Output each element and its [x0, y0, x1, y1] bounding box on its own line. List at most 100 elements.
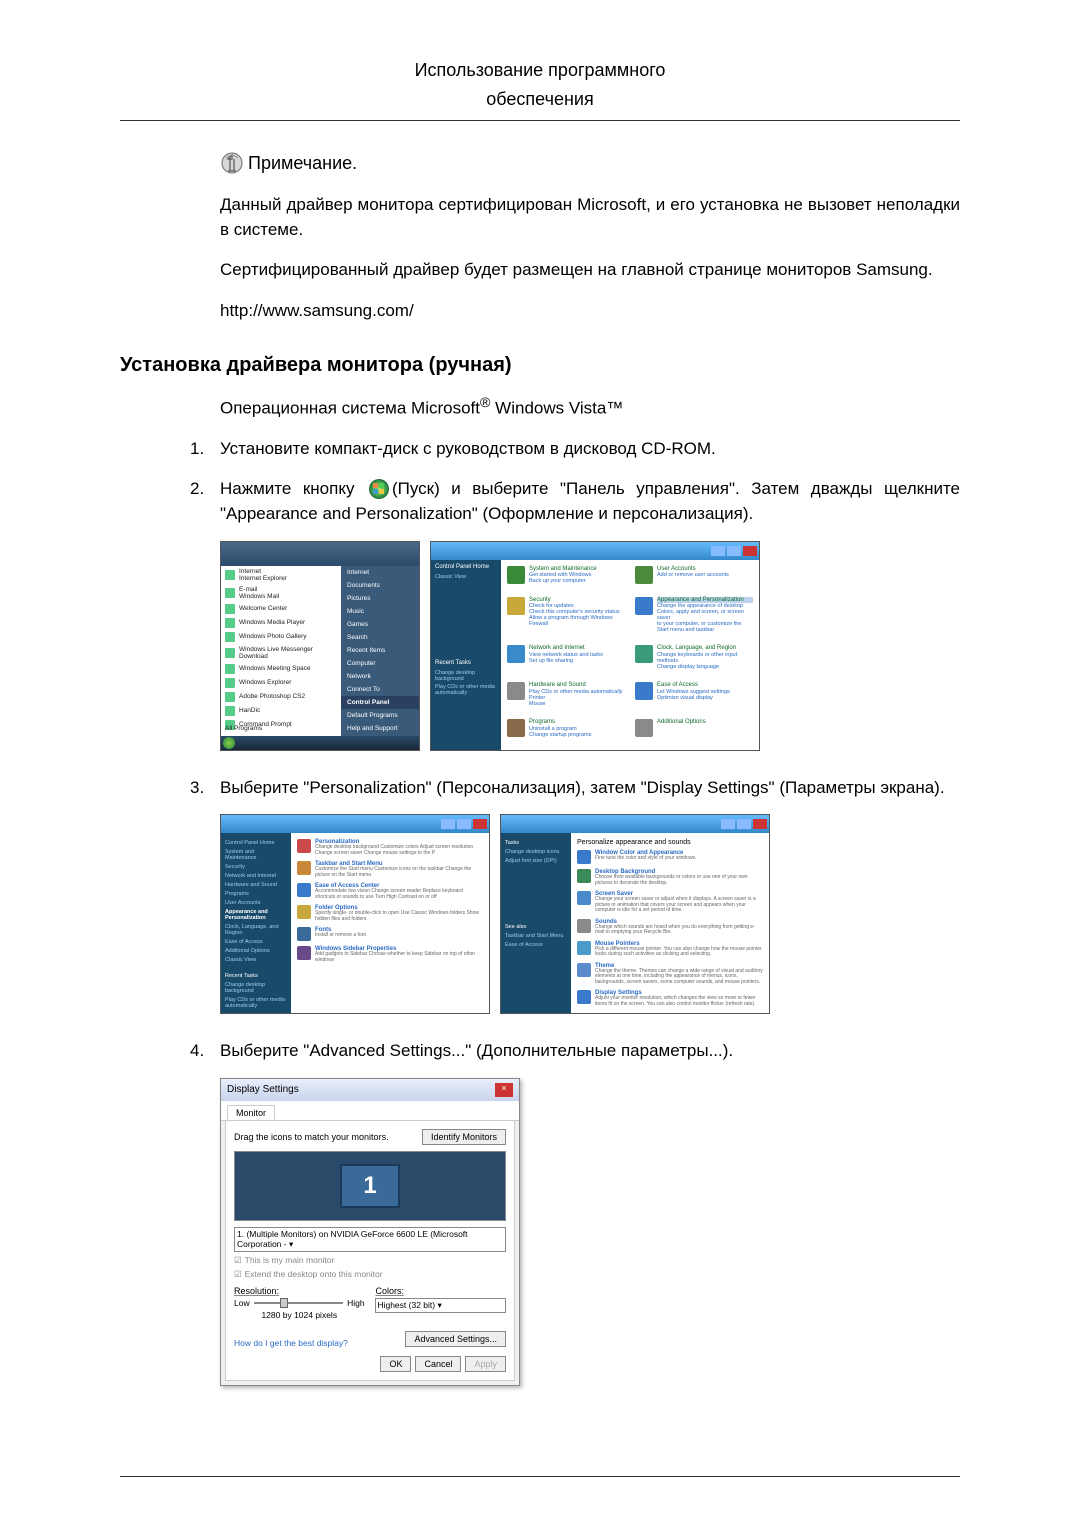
start-menu-item[interactable]: Windows Photo Gallery	[221, 630, 341, 644]
appearance-side-item[interactable]: Hardware and Sound	[225, 882, 287, 888]
start-all-programs[interactable]: All Programs	[225, 725, 262, 732]
cp-classic-view[interactable]: Classic View	[435, 574, 497, 580]
appearance-side-item[interactable]: Control Panel Home	[225, 840, 287, 846]
personalization-item[interactable]: SoundsChange which sounds are heard when…	[577, 919, 763, 936]
appearance-item[interactable]: Folder OptionsSpecify single- or double-…	[297, 905, 483, 922]
control-panel-item[interactable]: Appearance and PersonalizationChange the…	[635, 597, 753, 640]
monitor-select[interactable]: 1. (Multiple Monitors) on NVIDIA GeForce…	[234, 1227, 506, 1252]
start-menu-item[interactable]: Windows Media Player	[221, 616, 341, 630]
appearance-item[interactable]: FontsInstall or remove a font	[297, 927, 483, 941]
recent-task-link[interactable]: Change desktop background	[225, 982, 287, 994]
appearance-side-item[interactable]: Clock, Language, and Region	[225, 924, 287, 936]
start-menu-right-item[interactable]: Connect To	[341, 683, 419, 696]
step-4-text: Выберите "Advanced Settings..." (Дополни…	[220, 1038, 960, 1064]
minimize-icon[interactable]	[441, 819, 455, 829]
start-menu-right-item[interactable]: Network	[341, 670, 419, 683]
personalization-item[interactable]: Mouse PointersPick a different mouse poi…	[577, 941, 763, 958]
monitor-1-icon[interactable]: 1	[340, 1164, 400, 1208]
start-menu-item[interactable]: Welcome Center	[221, 602, 341, 616]
maximize-icon[interactable]	[457, 819, 471, 829]
control-panel-item[interactable]: Clock, Language, and RegionChange keyboa…	[635, 645, 753, 676]
start-menu-right-item[interactable]: Help and Support	[341, 722, 419, 735]
start-menu-right-item[interactable]: Computer	[341, 657, 419, 670]
best-display-link[interactable]: How do I get the best display?	[234, 1338, 348, 1348]
control-panel-item[interactable]: User AccountsAdd or remove user accounts	[635, 566, 753, 591]
maximize-icon[interactable]	[727, 546, 741, 556]
cp-recent-1[interactable]: Change desktop background	[435, 670, 497, 682]
appearance-side-item[interactable]: Ease of Access	[225, 939, 287, 945]
control-panel-item[interactable]: Network and InternetView network status …	[507, 645, 625, 676]
personalization-side-item[interactable]: Change desktop icons	[505, 849, 567, 855]
start-menu-item[interactable]: InternetInternet Explorer	[221, 566, 341, 584]
start-menu-item[interactable]: Windows Meeting Space	[221, 662, 341, 676]
divider-bottom	[120, 1476, 960, 1477]
appearance-side-item[interactable]: Appearance and Personalization	[225, 909, 287, 921]
appearance-item[interactable]: Windows Sidebar PropertiesAdd gadgets to…	[297, 946, 483, 963]
colors-combo[interactable]: Highest (32 bit) ▾	[375, 1298, 506, 1313]
close-icon[interactable]	[743, 546, 757, 556]
appearance-side-item[interactable]: Classic View	[225, 957, 287, 963]
apply-button[interactable]: Apply	[465, 1356, 506, 1372]
maximize-icon[interactable]	[737, 819, 751, 829]
appearance-item[interactable]: Taskbar and Start MenuCustomize the Star…	[297, 861, 483, 878]
personalization-side-item[interactable]: Adjust font size (DPI)	[505, 858, 567, 864]
start-button-icon[interactable]	[223, 737, 235, 749]
start-menu-right-item[interactable]: Documents	[341, 579, 419, 592]
appearance-side-item[interactable]: Additional Options	[225, 948, 287, 954]
step-1-text: Установите компакт-диск с руководством в…	[220, 436, 960, 462]
control-panel-item[interactable]: SecurityCheck for updatesCheck this comp…	[507, 597, 625, 640]
colors-label: Colors:	[375, 1286, 506, 1296]
monitor-arrangement-area[interactable]: 1	[234, 1151, 506, 1221]
appearance-item[interactable]: PersonalizationChange desktop background…	[297, 839, 483, 856]
see-also-link[interactable]: Taskbar and Start Menu	[505, 933, 567, 939]
start-menu-item[interactable]: Windows Live Messenger Download	[221, 644, 341, 662]
cancel-button[interactable]: Cancel	[415, 1356, 461, 1372]
start-menu-right-item[interactable]: Default Programs	[341, 709, 419, 722]
appearance-side-item[interactable]: User Accounts	[225, 900, 287, 906]
start-menu-right-item[interactable]: Games	[341, 618, 419, 631]
personalization-item[interactable]: Window Color and AppearanceFine tune the…	[577, 850, 763, 864]
start-menu-right-item[interactable]: Music	[341, 605, 419, 618]
see-also-link[interactable]: Ease of Access	[505, 942, 567, 948]
start-menu-item[interactable]: E-mailWindows Mail	[221, 584, 341, 602]
tab-monitor[interactable]: Monitor	[227, 1105, 275, 1120]
screenshot-display-settings: Display Settings × Monitor Drag the icon…	[220, 1078, 520, 1386]
advanced-settings-button[interactable]: Advanced Settings...	[405, 1331, 506, 1347]
screenshot-appearance-panel: Control Panel Home System and Maintenance…	[220, 814, 490, 1014]
ok-button[interactable]: OK	[380, 1356, 411, 1372]
personalization-item[interactable]: Display SettingsAdjust your monitor reso…	[577, 990, 763, 1007]
appearance-side-item[interactable]: Programs	[225, 891, 287, 897]
start-menu-item[interactable]: Adobe Photoshop CS2	[221, 690, 341, 704]
recent-task-link[interactable]: Play CDs or other media automatically	[225, 997, 287, 1009]
start-menu-right-item[interactable]: Pictures	[341, 592, 419, 605]
start-menu-item[interactable]: Windows Explorer	[221, 676, 341, 690]
control-panel-item[interactable]: System and MaintenanceGet started with W…	[507, 566, 625, 591]
identify-monitors-button[interactable]: Identify Monitors	[422, 1129, 506, 1145]
start-menu-item[interactable]: HanDic	[221, 704, 341, 718]
close-icon[interactable]: ×	[495, 1083, 513, 1097]
appearance-side-item[interactable]: Network and Internet	[225, 873, 287, 879]
personalization-side-item[interactable]: Tasks	[505, 840, 567, 846]
resolution-slider[interactable]: Low High	[234, 1298, 365, 1308]
close-icon[interactable]	[753, 819, 767, 829]
appearance-item[interactable]: Ease of Access CenterAccommodate low vis…	[297, 883, 483, 900]
start-menu-right-item[interactable]: Recent Items	[341, 644, 419, 657]
control-panel-item[interactable]: ProgramsUninstall a programChange startu…	[507, 719, 625, 744]
resolution-value: 1280 by 1024 pixels	[234, 1310, 365, 1320]
personalization-item[interactable]: Screen SaverChange your screen saver or …	[577, 891, 763, 914]
start-menu-right-item[interactable]: Control Panel	[341, 696, 419, 709]
appearance-side-item[interactable]: System and Maintenance	[225, 849, 287, 861]
control-panel-item[interactable]: Ease of AccessLet Windows suggest settin…	[635, 682, 753, 713]
personalization-item[interactable]: Desktop BackgroundChoose from available …	[577, 869, 763, 886]
control-panel-item[interactable]: Additional Options	[635, 719, 753, 744]
close-icon[interactable]	[473, 819, 487, 829]
start-menu-right-item[interactable]: Search	[341, 631, 419, 644]
start-menu-right-item[interactable]: Internet	[341, 566, 419, 579]
control-panel-item[interactable]: Hardware and SoundPlay CDs or other medi…	[507, 682, 625, 713]
note-url: http://www.samsung.com/	[220, 299, 960, 324]
cp-recent-2[interactable]: Play CDs or other media automatically	[435, 684, 497, 696]
personalization-item[interactable]: ThemeChange the theme. Themes can change…	[577, 963, 763, 986]
appearance-side-item[interactable]: Security	[225, 864, 287, 870]
minimize-icon[interactable]	[721, 819, 735, 829]
minimize-icon[interactable]	[711, 546, 725, 556]
